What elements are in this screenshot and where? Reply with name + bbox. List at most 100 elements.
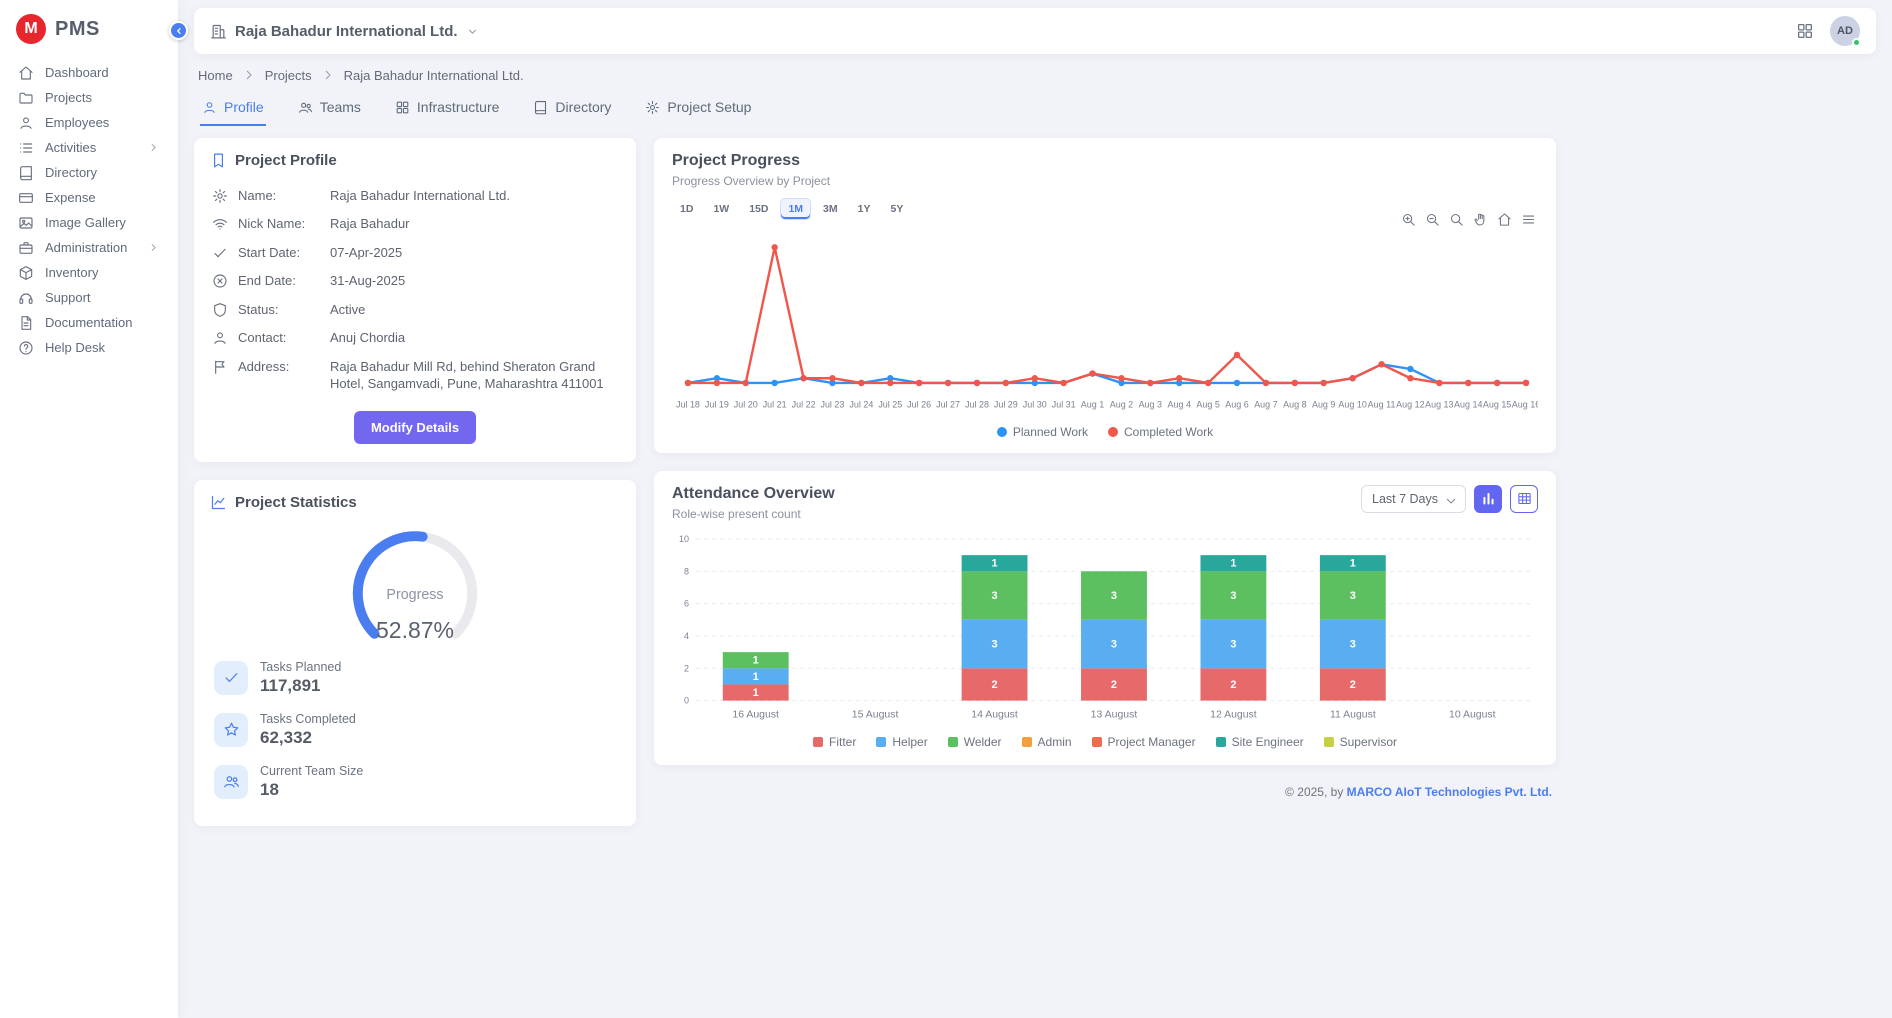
reset-zoom-home-icon[interactable] — [1497, 212, 1512, 227]
svg-text:Jul 24: Jul 24 — [849, 400, 873, 410]
svg-text:3: 3 — [1350, 638, 1356, 650]
building-icon — [210, 23, 227, 40]
flag-icon — [212, 359, 228, 375]
sidebar-collapse-button[interactable] — [169, 21, 188, 40]
svg-text:3: 3 — [1230, 638, 1236, 650]
range-1w[interactable]: 1W — [705, 198, 737, 220]
footer: © 2025, by MARCO AIoT Technologies Pvt. … — [654, 783, 1556, 799]
legend-admin[interactable]: Admin — [1022, 735, 1072, 749]
home-icon — [18, 65, 34, 81]
chart-menu-icon[interactable] — [1521, 212, 1536, 227]
people-icon — [223, 773, 240, 790]
modify-details-button[interactable]: Modify Details — [354, 411, 476, 444]
attendance-bar-chart: 024681011116 August15 August233114 Augus… — [672, 529, 1538, 731]
chart-view-toggle[interactable] — [1474, 485, 1502, 513]
legend-welder[interactable]: Welder — [948, 735, 1002, 749]
breadcrumb-item-raja-bahadur-international-ltd-: Raja Bahadur International Ltd. — [344, 68, 524, 83]
attendance-card-subtitle: Role-wise present count — [672, 507, 835, 521]
doc-icon — [18, 315, 34, 331]
image-icon — [18, 215, 34, 231]
sidebar-item-help-desk[interactable]: Help Desk — [0, 335, 178, 360]
range-1d[interactable]: 1D — [672, 198, 701, 220]
legend-project-manager[interactable]: Project Manager — [1092, 735, 1196, 749]
legend-planned-work[interactable]: Planned Work — [997, 425, 1088, 439]
breadcrumb: Home Projects Raja Bahadur International L… — [194, 54, 1876, 93]
range-1y[interactable]: 1Y — [850, 198, 879, 220]
profile-card-title: Project Profile — [210, 152, 620, 169]
legend-completed-work[interactable]: Completed Work — [1108, 425, 1213, 439]
svg-text:Jul 25: Jul 25 — [878, 400, 902, 410]
legend-helper[interactable]: Helper — [876, 735, 927, 749]
legend-supervisor[interactable]: Supervisor — [1324, 735, 1397, 749]
sidebar-item-dashboard[interactable]: Dashboard — [0, 60, 178, 85]
range-3m[interactable]: 3M — [815, 198, 846, 220]
person-icon — [202, 100, 217, 115]
people-icon — [298, 100, 313, 115]
profile-field-nick-name-: Nick Name: Raja Bahadur — [210, 210, 620, 239]
tab-teams[interactable]: Teams — [296, 95, 363, 126]
bookmark-icon — [210, 152, 227, 169]
tab-project-setup[interactable]: Project Setup — [643, 95, 753, 126]
breadcrumb-item-projects[interactable]: Projects — [265, 68, 312, 83]
pan-icon[interactable] — [1473, 212, 1488, 227]
company-name: Raja Bahadur International Ltd. — [235, 23, 458, 40]
attendance-filter: Last 7 Days — [1361, 485, 1466, 513]
stat-tasks-planned: Tasks Planned 117,891 — [210, 652, 620, 704]
svg-text:Jul 21: Jul 21 — [763, 400, 787, 410]
sidebar-item-activities[interactable]: Activities — [0, 135, 178, 160]
star-icon — [223, 721, 240, 738]
tab-infrastructure[interactable]: Infrastructure — [393, 95, 501, 126]
app-logo[interactable]: M PMS — [0, 0, 178, 58]
selection-zoom-icon[interactable] — [1449, 212, 1464, 227]
legend-site-engineer[interactable]: Site Engineer — [1216, 735, 1304, 749]
breadcrumb-item-home[interactable]: Home — [198, 68, 233, 83]
profile-field-start-date-: Start Date: 07-Apr-2025 — [210, 238, 620, 267]
chart-toolbar — [1401, 212, 1536, 227]
sidebar-item-projects[interactable]: Projects — [0, 85, 178, 110]
sidebar-item-employees[interactable]: Employees — [0, 110, 178, 135]
sidebar-item-inventory[interactable]: Inventory — [0, 260, 178, 285]
legend-fitter[interactable]: Fitter — [813, 735, 856, 749]
range-5y[interactable]: 5Y — [882, 198, 911, 220]
gear-icon — [212, 188, 228, 204]
attendance-filter-select[interactable]: Last 7 Days — [1361, 485, 1466, 513]
svg-text:Aug 1: Aug 1 — [1081, 400, 1104, 410]
sidebar-item-documentation[interactable]: Documentation — [0, 310, 178, 335]
project-statistics-card: Project Statistics Progress 52.87% Tasks… — [194, 480, 636, 825]
chevron-right-icon — [241, 67, 257, 83]
svg-text:Progress: Progress — [386, 587, 443, 603]
range-1m[interactable]: 1M — [780, 198, 811, 220]
stat-current-team-size: Current Team Size 18 — [210, 756, 620, 808]
svg-text:Jul 31: Jul 31 — [1052, 400, 1076, 410]
svg-text:8: 8 — [684, 566, 689, 576]
svg-text:2: 2 — [991, 678, 997, 690]
company-selector[interactable]: Raja Bahadur International Ltd. — [210, 23, 479, 40]
project-progress-card: Project Progress Progress Overview by Pr… — [654, 138, 1556, 453]
apps-grid-button[interactable] — [1796, 22, 1814, 40]
svg-text:Aug 3: Aug 3 — [1139, 400, 1162, 410]
svg-text:Aug 13: Aug 13 — [1425, 400, 1453, 410]
sidebar-item-image-gallery[interactable]: Image Gallery — [0, 210, 178, 235]
person-icon — [18, 115, 34, 131]
online-status-dot — [1852, 38, 1861, 47]
tab-profile[interactable]: Profile — [200, 95, 266, 126]
app-name: PMS — [55, 18, 100, 41]
box-icon — [18, 265, 34, 281]
svg-text:3: 3 — [1111, 638, 1117, 650]
tab-directory[interactable]: Directory — [531, 95, 613, 126]
sidebar-item-support[interactable]: Support — [0, 285, 178, 310]
footer-link[interactable]: MARCO AIoT Technologies Pvt. Ltd. — [1347, 785, 1552, 799]
svg-text:Aug 12: Aug 12 — [1396, 400, 1424, 410]
sidebar-item-administration[interactable]: Administration — [0, 235, 178, 260]
zoom-in-icon[interactable] — [1401, 212, 1416, 227]
sidebar-item-directory[interactable]: Directory — [0, 160, 178, 185]
svg-text:3: 3 — [991, 638, 997, 650]
zoom-out-icon[interactable] — [1425, 212, 1440, 227]
sidebar-item-expense[interactable]: Expense — [0, 185, 178, 210]
avatar[interactable]: AD — [1830, 16, 1860, 46]
svg-text:Aug 5: Aug 5 — [1196, 400, 1219, 410]
svg-text:3: 3 — [1350, 590, 1356, 602]
range-15d[interactable]: 15D — [741, 198, 776, 220]
table-view-toggle[interactable] — [1510, 485, 1538, 513]
attendance-overview-card: Attendance Overview Role-wise present co… — [654, 471, 1556, 766]
